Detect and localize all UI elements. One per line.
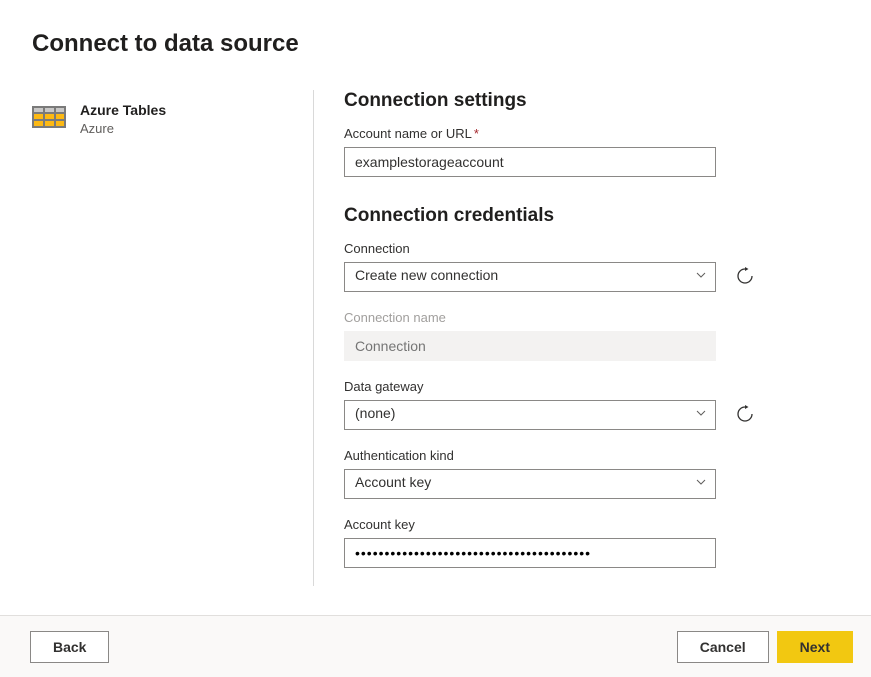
account-url-label: Account name or URL* <box>344 126 819 141</box>
section-connection-credentials: Connection credentials <box>344 205 819 227</box>
footer-bar: Back Cancel Next <box>0 615 871 677</box>
account-key-input[interactable] <box>344 538 716 568</box>
connection-name-input <box>344 331 716 361</box>
data-gateway-select[interactable]: (none) <box>344 400 716 430</box>
page-title: Connect to data source <box>32 30 839 58</box>
account-key-label: Account key <box>344 517 819 532</box>
cancel-button[interactable]: Cancel <box>677 631 769 663</box>
auth-kind-label: Authentication kind <box>344 448 819 463</box>
refresh-gateway-button[interactable] <box>734 404 756 426</box>
auth-kind-select[interactable]: Account key <box>344 469 716 499</box>
back-button[interactable]: Back <box>30 631 109 663</box>
refresh-icon <box>736 267 754 288</box>
source-category: Azure <box>80 120 166 138</box>
connection-label: Connection <box>344 241 819 256</box>
vertical-divider <box>313 90 314 586</box>
connection-select[interactable]: Create new connection <box>344 262 716 292</box>
required-asterisk: * <box>474 126 479 141</box>
data-gateway-label: Data gateway <box>344 379 819 394</box>
source-name: Azure Tables <box>80 100 166 120</box>
next-button[interactable]: Next <box>777 631 853 663</box>
refresh-icon <box>736 405 754 426</box>
account-url-input[interactable] <box>344 147 716 177</box>
azure-tables-icon <box>32 100 66 134</box>
section-connection-settings: Connection settings <box>344 90 819 112</box>
source-summary: Azure Tables Azure <box>32 90 283 586</box>
refresh-connection-button[interactable] <box>734 266 756 288</box>
connection-name-label: Connection name <box>344 310 819 325</box>
